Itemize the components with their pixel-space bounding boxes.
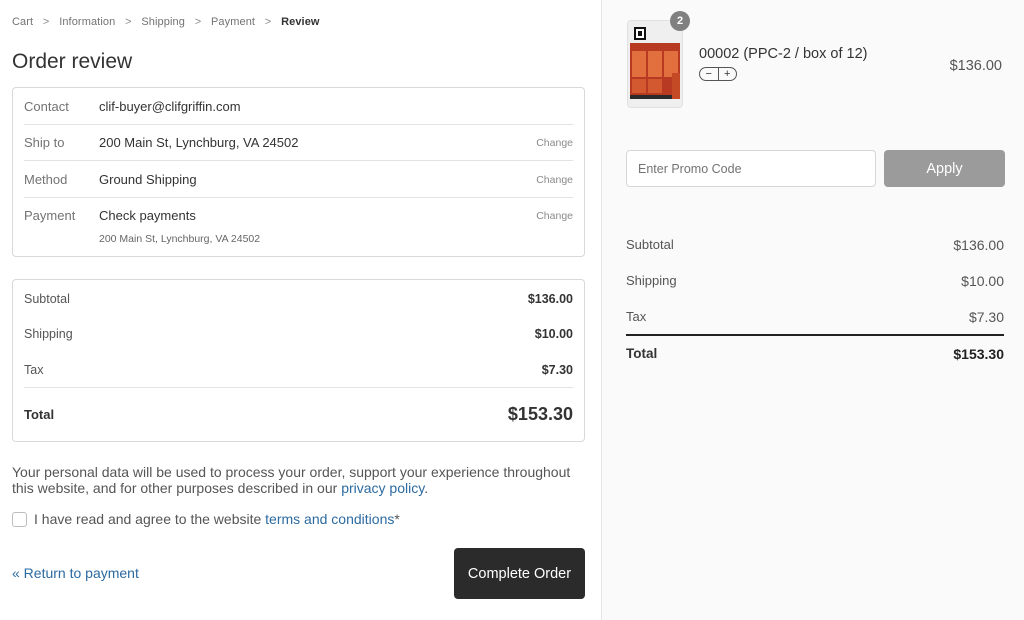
product-name: 00002 (PPC-2 / box of 12)	[699, 46, 868, 62]
summary-total-divider	[626, 334, 1004, 336]
required-marker: *	[394, 511, 400, 527]
quantity-stepper: − +	[699, 67, 737, 81]
total-value: $153.30	[507, 404, 573, 424]
privacy-policy-link[interactable]: privacy policy	[341, 480, 424, 496]
checkout-main-panel: Cart > Information > Shipping > Payment …	[0, 0, 602, 620]
decrease-quantity-button[interactable]: −	[700, 68, 718, 80]
complete-order-button[interactable]: Complete Order	[454, 548, 585, 599]
shipping-value: $10.00	[534, 327, 573, 341]
summary-shipping-value: $10.00	[961, 273, 1004, 289]
method-value: Ground Shipping	[99, 172, 197, 187]
summary-subtotal-value: $136.00	[953, 237, 1004, 253]
contact-label: Contact	[24, 99, 69, 114]
summary-total-value: $153.30	[953, 346, 1004, 362]
increase-quantity-button[interactable]: +	[717, 68, 737, 80]
tax-value: $7.30	[541, 363, 573, 377]
subtotal-value: $136.00	[527, 292, 573, 306]
terms-checkbox[interactable]	[12, 511, 27, 527]
breadcrumb-separator: >	[264, 16, 272, 28]
product-image	[627, 20, 683, 108]
change-payment-link[interactable]: Change	[536, 210, 573, 222]
terms-link[interactable]: terms and conditions	[265, 511, 394, 527]
summary-total-label: Total	[626, 346, 658, 361]
page-title: Order review	[12, 50, 133, 73]
breadcrumb-information[interactable]: Information	[59, 16, 115, 28]
change-method-link[interactable]: Change	[536, 174, 573, 186]
breadcrumb-separator: >	[42, 16, 50, 28]
promo-code-input[interactable]	[626, 150, 876, 187]
breadcrumb: Cart > Information > Shipping > Payment …	[12, 16, 320, 28]
apply-promo-button[interactable]: Apply	[884, 150, 1005, 187]
divider	[24, 197, 573, 198]
return-to-payment-link[interactable]: « Return to payment	[12, 565, 139, 581]
contact-value: clif-buyer@clifgriffin.com	[99, 99, 241, 114]
order-review-box: Contact clif-buyer@clifgriffin.com Ship …	[12, 87, 585, 257]
subtotal-label: Subtotal	[24, 292, 70, 306]
summary-subtotal-label: Subtotal	[626, 237, 674, 252]
method-label: Method	[24, 172, 68, 187]
privacy-notice: Your personal data will be used to proce…	[12, 464, 572, 496]
terms-agreement: I have read and agree to the website ter…	[12, 511, 400, 527]
change-ship-to-link[interactable]: Change	[536, 137, 573, 149]
privacy-end: .	[424, 480, 429, 496]
divider	[24, 160, 573, 161]
privacy-text: Your personal data will be used to proce…	[12, 464, 571, 496]
breadcrumb-shipping[interactable]: Shipping	[141, 16, 185, 28]
ship-to-label: Ship to	[24, 135, 65, 150]
breadcrumb-separator: >	[194, 16, 202, 28]
total-label: Total	[24, 407, 55, 422]
quantity-badge: 2	[670, 11, 690, 31]
summary-tax-value: $7.30	[968, 309, 1004, 325]
payment-label: Payment	[24, 208, 76, 223]
terms-text: I have read and agree to the website	[34, 511, 262, 527]
summary-shipping-label: Shipping	[626, 273, 677, 288]
order-totals-box: Subtotal $136.00 Shipping $10.00 Tax $7.…	[12, 279, 585, 442]
breadcrumb-review: Review	[281, 16, 320, 28]
tax-label: Tax	[24, 363, 44, 377]
divider	[24, 387, 573, 388]
product-price: $136.00	[949, 58, 1002, 74]
payment-billing-address: 200 Main St, Lynchburg, VA 24502	[99, 233, 261, 245]
divider	[24, 124, 573, 125]
ship-to-value: 200 Main St, Lynchburg, VA 24502	[99, 135, 299, 150]
summary-tax-label: Tax	[626, 309, 647, 324]
breadcrumb-separator: >	[125, 16, 132, 28]
payment-value: Check payments	[99, 208, 196, 223]
shipping-label: Shipping	[24, 327, 73, 341]
breadcrumb-cart[interactable]: Cart	[12, 16, 33, 28]
breadcrumb-payment[interactable]: Payment	[211, 16, 255, 28]
